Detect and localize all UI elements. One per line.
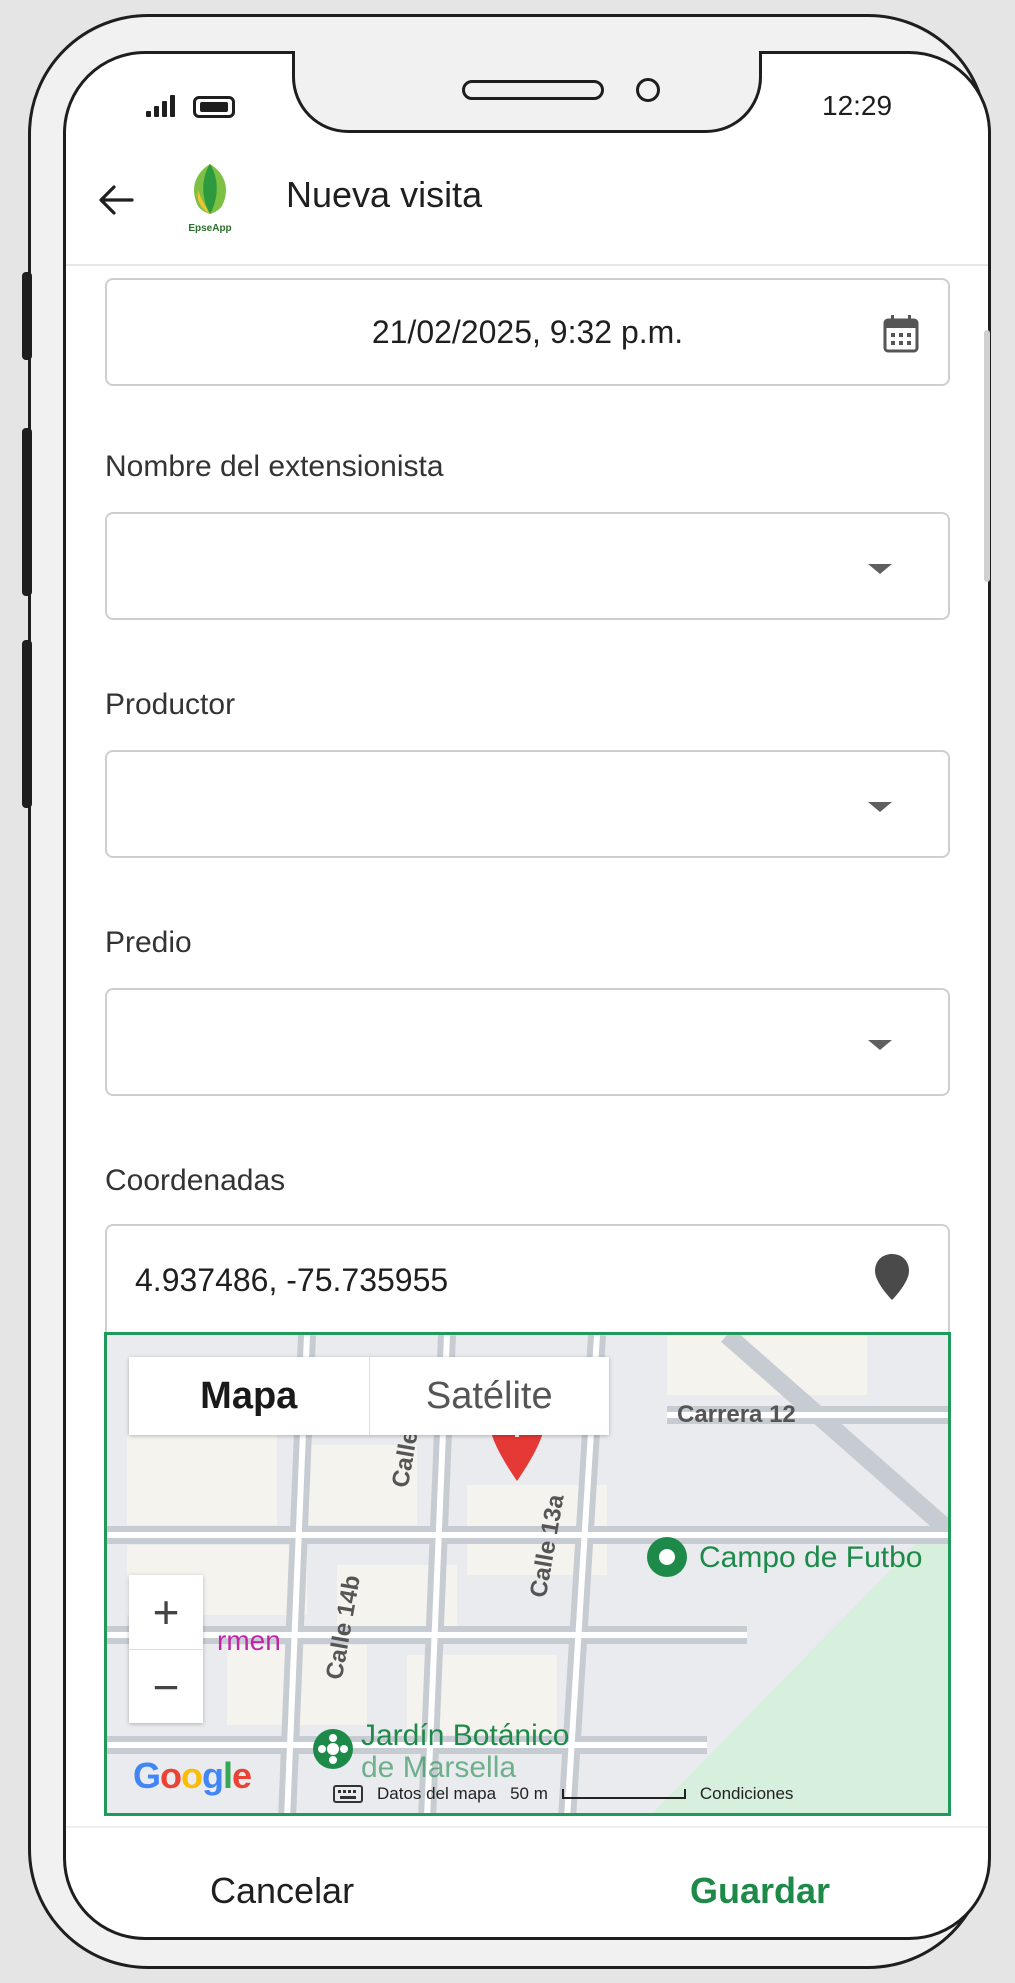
phone-side-button	[22, 272, 32, 360]
poi-label: Campo de Futbo	[699, 1541, 923, 1574]
phone-side-button	[22, 428, 32, 596]
map-type-toggle: Mapa Satélite	[129, 1357, 609, 1435]
bottom-divider	[66, 1826, 988, 1828]
producer-select[interactable]	[105, 750, 950, 858]
logo-text: EpseApp	[188, 223, 232, 234]
coords-value: 4.937486, -75.735955	[135, 1262, 449, 1298]
zoom-out-button[interactable]: −	[129, 1650, 203, 1724]
map-scale-bar	[561, 1789, 686, 1799]
poi-label: rmen	[217, 1625, 281, 1656]
map-zoom-controls: + −	[129, 1575, 203, 1723]
street-label: Carrera 12	[677, 1401, 796, 1428]
phone-camera	[636, 78, 660, 102]
producer-label: Productor	[105, 688, 236, 721]
extensionist-label: Nombre del extensionista	[105, 450, 444, 483]
phone-side-button	[22, 640, 32, 808]
coords-label: Coordenadas	[105, 1164, 286, 1197]
property-select[interactable]	[105, 988, 950, 1096]
back-arrow-icon[interactable]	[92, 176, 140, 224]
scrollbar[interactable]	[984, 330, 990, 582]
map-attribution: Datos del mapa 50 m Condiciones	[333, 1779, 948, 1809]
status-time: 12:29	[822, 90, 893, 121]
battery-icon	[193, 96, 235, 118]
map-scale-text: 50 m	[510, 1784, 548, 1803]
dropdown-arrow-icon	[868, 802, 892, 812]
extensionist-select[interactable]	[105, 512, 950, 620]
calendar-icon[interactable]	[882, 314, 920, 354]
phone-speaker	[462, 80, 604, 100]
garden-icon	[313, 1729, 353, 1769]
keyboard-icon[interactable]	[333, 1785, 363, 1803]
map-data-link[interactable]: Datos del mapa	[377, 1784, 496, 1804]
map-tab-satellite[interactable]: Satélite	[368, 1357, 610, 1435]
property-label: Predio	[105, 926, 192, 959]
date-field[interactable]: 21/02/2025, 9:32 p.m.	[105, 278, 950, 386]
coords-field[interactable]: 4.937486, -75.735955	[105, 1224, 950, 1332]
app-bar: EpseApp Nueva visita	[66, 160, 988, 264]
poi-label: Jardín Botánico	[361, 1719, 570, 1752]
app-bar-divider	[66, 264, 988, 266]
app-logo: EpseApp	[180, 160, 240, 234]
leaf-logo-icon	[194, 164, 226, 214]
date-value: 21/02/2025, 9:32 p.m.	[371, 314, 684, 350]
map-view[interactable]: Carrera 12 Calle 14a Calle 13a Calle 14b…	[104, 1332, 951, 1816]
page-title: Nueva visita	[286, 174, 483, 215]
map-terms-link[interactable]: Condiciones	[700, 1784, 794, 1804]
dropdown-arrow-icon	[868, 1040, 892, 1050]
dropdown-arrow-icon	[868, 564, 892, 574]
location-pin-icon[interactable]	[872, 1252, 912, 1302]
signal-icon	[146, 95, 180, 117]
cancel-button[interactable]: Cancelar	[210, 1870, 354, 1912]
save-button[interactable]: Guardar	[690, 1870, 830, 1912]
poi-marker-icon	[647, 1537, 687, 1577]
zoom-in-button[interactable]: +	[129, 1575, 203, 1650]
google-logo: Google	[133, 1755, 252, 1796]
map-tab-map[interactable]: Mapa	[129, 1357, 369, 1435]
